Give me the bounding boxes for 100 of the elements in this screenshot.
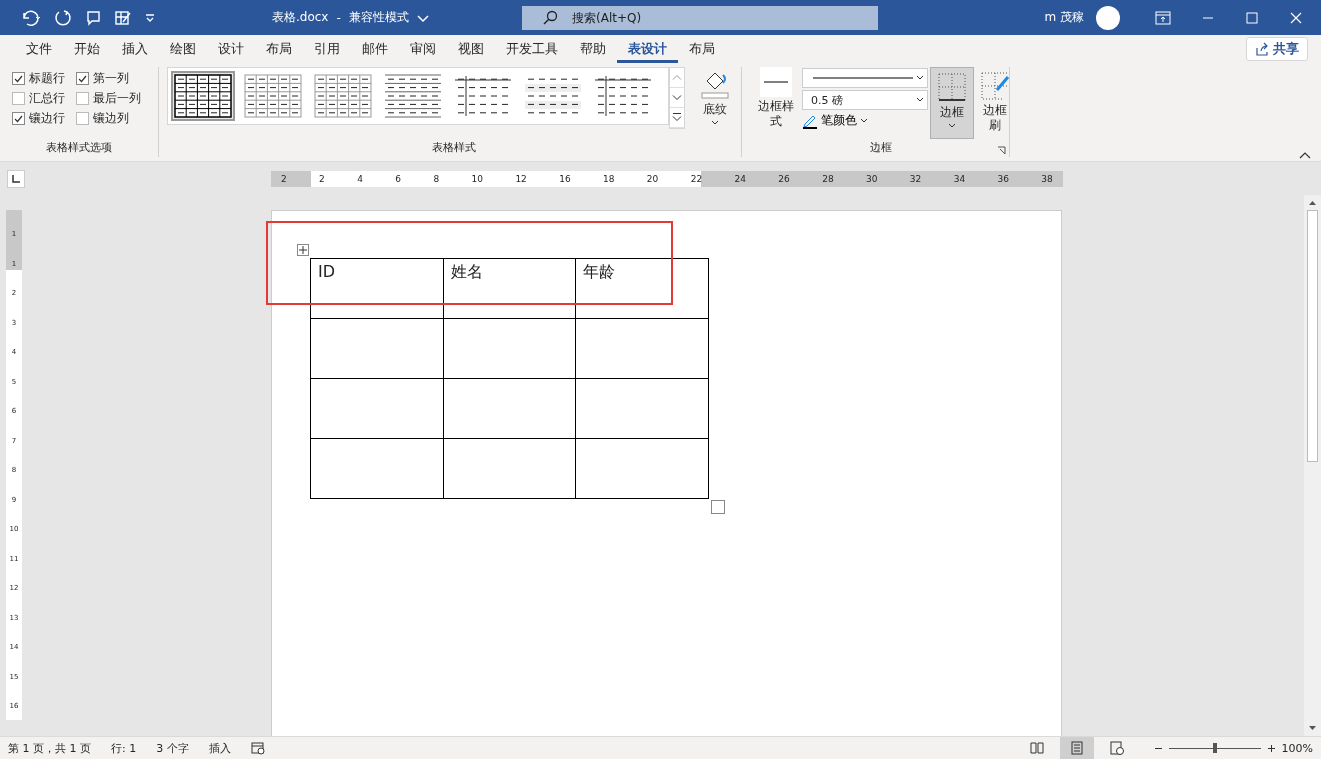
checkbox[interactable] — [12, 112, 25, 125]
close-icon[interactable] — [1289, 10, 1303, 25]
table-move-handle-icon[interactable] — [297, 244, 309, 256]
tab-selector-icon[interactable] — [7, 169, 25, 188]
table-cell[interactable]: 姓名 — [443, 258, 576, 319]
ribbon-tab[interactable]: 审阅 — [399, 35, 447, 63]
ruler-number: 8 — [432, 173, 441, 184]
borders-button[interactable]: 边框 — [930, 67, 974, 139]
ruler-number: 30 — [865, 173, 879, 184]
style-option-checkbox[interactable]: 标题行 — [12, 71, 76, 86]
book-icon — [1029, 742, 1044, 754]
ruler-number: 28 — [821, 173, 835, 184]
line-style-dropdown[interactable] — [802, 68, 928, 88]
style-option-checkbox[interactable]: 镶边行 — [12, 111, 76, 126]
checkbox[interactable] — [12, 92, 25, 105]
ribbon-tab[interactable]: 邮件 — [351, 35, 399, 63]
form-edit-icon[interactable] — [114, 8, 132, 27]
dialog-launcher-icon[interactable] — [997, 146, 1006, 155]
checkbox[interactable] — [76, 112, 89, 125]
caret-icon — [948, 123, 956, 129]
chevron-down-icon — [915, 74, 925, 82]
line-number: 行: 1 — [111, 740, 137, 756]
chevron-down-icon — [915, 96, 925, 104]
checkbox[interactable] — [12, 72, 25, 85]
checkbox[interactable] — [76, 92, 89, 105]
borders-icon — [937, 72, 967, 102]
border-styles-button[interactable]: 边框样式 — [752, 67, 800, 129]
vertical-scrollbar[interactable] — [1304, 195, 1321, 736]
title-separator: - — [336, 10, 341, 25]
table-cell[interactable]: ID — [310, 258, 444, 319]
ribbon-tab[interactable]: 视图 — [447, 35, 495, 63]
page-icon — [1070, 741, 1083, 755]
collapse-ribbon-icon[interactable] — [1299, 151, 1311, 159]
compatibility-mode[interactable]: 兼容性模式 — [348, 9, 409, 26]
comment-icon[interactable] — [84, 8, 102, 27]
search-icon — [542, 9, 558, 26]
zoom-in-icon[interactable] — [1266, 743, 1276, 753]
ribbon-tab[interactable]: 布局 — [678, 35, 726, 63]
horizontal-ruler[interactable]: 2 2 4 6 8 10 12 16 18 20 22 24 26 28 30 32 34 36 38 — [271, 170, 1063, 187]
ruler-number: 2 — [318, 173, 326, 184]
table-cell[interactable]: 年龄 — [575, 258, 709, 319]
style-option-checkbox[interactable]: 第一列 — [76, 71, 156, 86]
share-button[interactable]: 共享 — [1246, 37, 1308, 61]
scroll-down-icon[interactable] — [1308, 725, 1317, 731]
style-option-checkbox[interactable]: 最后一列 — [76, 91, 156, 106]
style-option-checkbox[interactable]: 镶边列 — [76, 111, 156, 126]
ribbon-tab[interactable]: 绘图 — [159, 35, 207, 63]
table-style-thumbnail[interactable] — [171, 71, 235, 121]
ruler-number: 16 — [558, 173, 572, 184]
ruler-number: 20 — [645, 173, 660, 184]
view-button[interactable] — [1059, 737, 1094, 759]
ribbon-tab[interactable]: 插入 — [111, 35, 159, 63]
caret-icon — [711, 120, 719, 126]
caret-icon — [860, 117, 868, 124]
ruler-number: 34 — [952, 173, 967, 184]
ruler-number: 32 — [908, 173, 923, 184]
group-label: 边框 — [869, 140, 892, 156]
checkbox[interactable] — [76, 72, 89, 85]
ribbon-tab[interactable]: 帮助 — [569, 35, 617, 63]
maximize-icon[interactable] — [1245, 10, 1259, 25]
ruler-number: 6 — [394, 173, 403, 184]
border-painter-button[interactable]: 边框刷 — [976, 67, 1014, 133]
search-field[interactable]: 搜索(Alt+Q) — [522, 5, 878, 30]
ribbon-tab[interactable]: 设计 — [207, 35, 255, 63]
table-style-thumbnail[interactable] — [241, 71, 305, 121]
document-title: 表格.docx — [272, 9, 329, 26]
shading-button[interactable]: 底纹 — [695, 67, 735, 126]
line-weight-dropdown[interactable]: 0.5 磅 — [802, 90, 928, 110]
ribbon-display-icon[interactable] — [1155, 10, 1171, 25]
ribbon-tab[interactable]: 文件 — [15, 35, 63, 63]
insert-mode[interactable]: 插入 — [208, 740, 231, 756]
zoom-slider-thumb[interactable] — [1212, 742, 1217, 753]
share-icon — [1255, 42, 1269, 56]
table-resize-handle[interactable] — [711, 500, 725, 514]
ribbon-tab[interactable]: 引用 — [303, 35, 351, 63]
solid-line-icon — [811, 75, 915, 81]
user-name[interactable]: m 茂稼 — [1044, 9, 1084, 26]
ribbon-tab[interactable]: 开发工具 — [495, 35, 569, 63]
style-option-checkbox[interactable]: 汇总行 — [12, 91, 76, 106]
redo-icon[interactable] — [54, 8, 72, 27]
accessibility-icon[interactable] — [250, 741, 265, 755]
ruler-number: 10 — [470, 173, 484, 184]
table-style-thumbnail[interactable] — [311, 71, 375, 121]
ruler-number: 24 — [733, 173, 747, 184]
border-brush-icon — [980, 71, 1010, 101]
ribbon-tab[interactable]: 开始 — [63, 35, 111, 63]
undo-icon[interactable] — [20, 8, 42, 27]
word-count[interactable]: 3 个字 — [156, 740, 189, 756]
pen-color-button[interactable]: 笔颜色 — [802, 112, 928, 129]
zoom-level[interactable]: 100% — [1281, 741, 1313, 755]
chevron-down-icon[interactable] — [416, 12, 429, 23]
customize-icon[interactable] — [144, 11, 156, 24]
avatar-circle[interactable] — [1096, 5, 1120, 30]
ruler-number: 12 — [514, 173, 528, 184]
ruler-number: 38 — [1040, 173, 1054, 184]
page-count[interactable]: 第 1 页，共 1 页 — [8, 740, 91, 756]
ribbon-tab[interactable]: 布局 — [255, 35, 303, 63]
group-label: 表格样式选项 — [46, 140, 112, 156]
scroll-up-icon[interactable] — [1308, 200, 1317, 206]
ruler-number: 2 — [280, 173, 288, 184]
